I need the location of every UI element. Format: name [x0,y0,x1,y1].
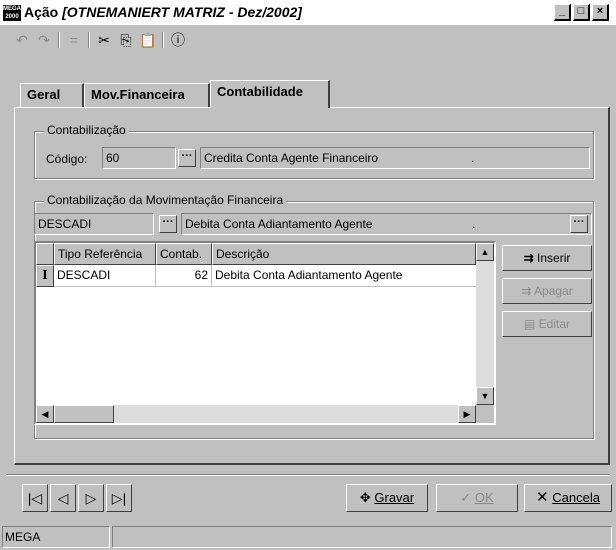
scroll-right-icon[interactable]: ▶ [458,405,476,423]
contabilizacao-group-title: Contabilização [44,123,129,137]
grid-header-descricao[interactable]: Descrição [212,243,476,265]
grid-indicator-header [36,243,54,265]
scroll-down-icon[interactable]: ▼ [476,387,494,405]
apagar-button[interactable]: ⇉ Apagar [502,278,592,304]
column-divider [155,265,156,287]
inserir-button[interactable]: ⇉ Inserir [502,245,592,271]
window-title-context: [OTNEMANIERT MATRIZ - Dez/2002] [62,4,302,20]
cancelar-button[interactable]: ✕ Cancela [524,484,612,512]
edit-icon: ▤ [523,317,536,331]
tipo-referencia-field[interactable]: DESCADI [34,213,154,235]
tab-geral[interactable]: Geral [20,83,84,107]
undo-icon[interactable]: ↶ [12,30,32,50]
bottom-separator [6,474,610,476]
previous-record-icon[interactable]: ◁ [50,484,76,512]
scroll-thumb[interactable] [54,405,114,423]
close-button[interactable]: × [592,4,609,21]
scroll-up-icon[interactable]: ▲ [476,243,494,261]
cell-tipo: DESCADI [57,268,111,282]
codigo-lookup-button[interactable]: ··· [178,149,196,167]
grid-header-tipo[interactable]: Tipo Referência [54,243,156,265]
clear-icon[interactable]: = [64,30,84,50]
editar-button[interactable]: ▤ Editar [502,311,592,337]
redo-icon[interactable]: ↷ [34,30,54,50]
vertical-scrollbar[interactable]: ▲ ▼ [476,243,494,405]
scroll-left-icon[interactable]: ◀ [36,405,54,423]
table-row[interactable]: I DESCADI 62 Debita Conta Adiantamento A… [36,265,476,287]
tipo-referencia-lookup-button[interactable]: ··· [159,215,177,233]
tab-mov-financeira[interactable]: Mov.Financeira [84,83,210,107]
minimize-button[interactable]: _ [554,4,571,21]
cut-icon[interactable]: ✂ [94,30,114,50]
status-bar: MEGA [0,524,616,550]
codigo-field[interactable]: 60 [102,147,176,169]
ok-button[interactable]: ✓ OK [436,484,518,512]
window-title-prefix: Ação [24,4,59,20]
check-icon: ✓ [460,490,472,505]
column-divider [211,265,212,287]
horizontal-scrollbar[interactable]: ◀ ▶ [36,405,476,423]
cancel-icon: ✕ [536,489,549,506]
description-lookup-button[interactable]: ··· [570,215,588,233]
scroll-corner [476,405,494,423]
movements-grid[interactable]: Tipo Referência Contab. Descrição I DESC… [34,241,496,425]
first-record-icon[interactable]: |◁ [22,484,48,512]
cell-descricao: Debita Conta Adiantamento Agente [215,268,403,282]
save-icon: ✥ [359,490,371,505]
window-title: Ação [OTNEMANIERT MATRIZ - Dez/2002] [24,4,302,20]
last-record-icon[interactable]: ▷| [106,484,132,512]
delete-row-icon: ⇉ [521,284,532,298]
codigo-label: Código: [46,152,88,166]
cell-contab: 62 [194,268,208,282]
toolbar-separator [162,32,164,48]
toolbar-separator [58,32,60,48]
status-company: MEGA [2,526,110,548]
copy-icon[interactable]: ⎘ [116,30,136,50]
info-icon[interactable]: ⓘ [168,30,188,50]
maximize-button[interactable]: □ [573,4,590,21]
tipo-description-field: Debita Conta Adiantamento Agente. [181,213,592,235]
status-message [112,526,612,548]
codigo-description-field: Credita Conta Agente Financeiro. [200,147,590,169]
mov-financeira-group-title: Contabilização da Movimentação Financeir… [44,193,287,207]
row-indicator: I [36,265,54,287]
toolbar: ↶ ↷ = ✂ ⎘ 📋 ⓘ [8,30,248,52]
next-record-icon[interactable]: ▷ [78,484,104,512]
app-icon[interactable]: MEGA 2000 [3,5,21,21]
title-bar: MEGA 2000 Ação [OTNEMANIERT MATRIZ - Dez… [0,0,616,26]
gravar-button[interactable]: ✥ Gravar [346,484,428,512]
toolbar-separator [88,32,90,48]
grid-header-contab[interactable]: Contab. [156,243,212,265]
paste-icon[interactable]: 📋 [138,30,158,50]
insert-row-icon: ⇉ [523,251,534,265]
tab-contabilidade[interactable]: Contabilidade [210,80,330,108]
